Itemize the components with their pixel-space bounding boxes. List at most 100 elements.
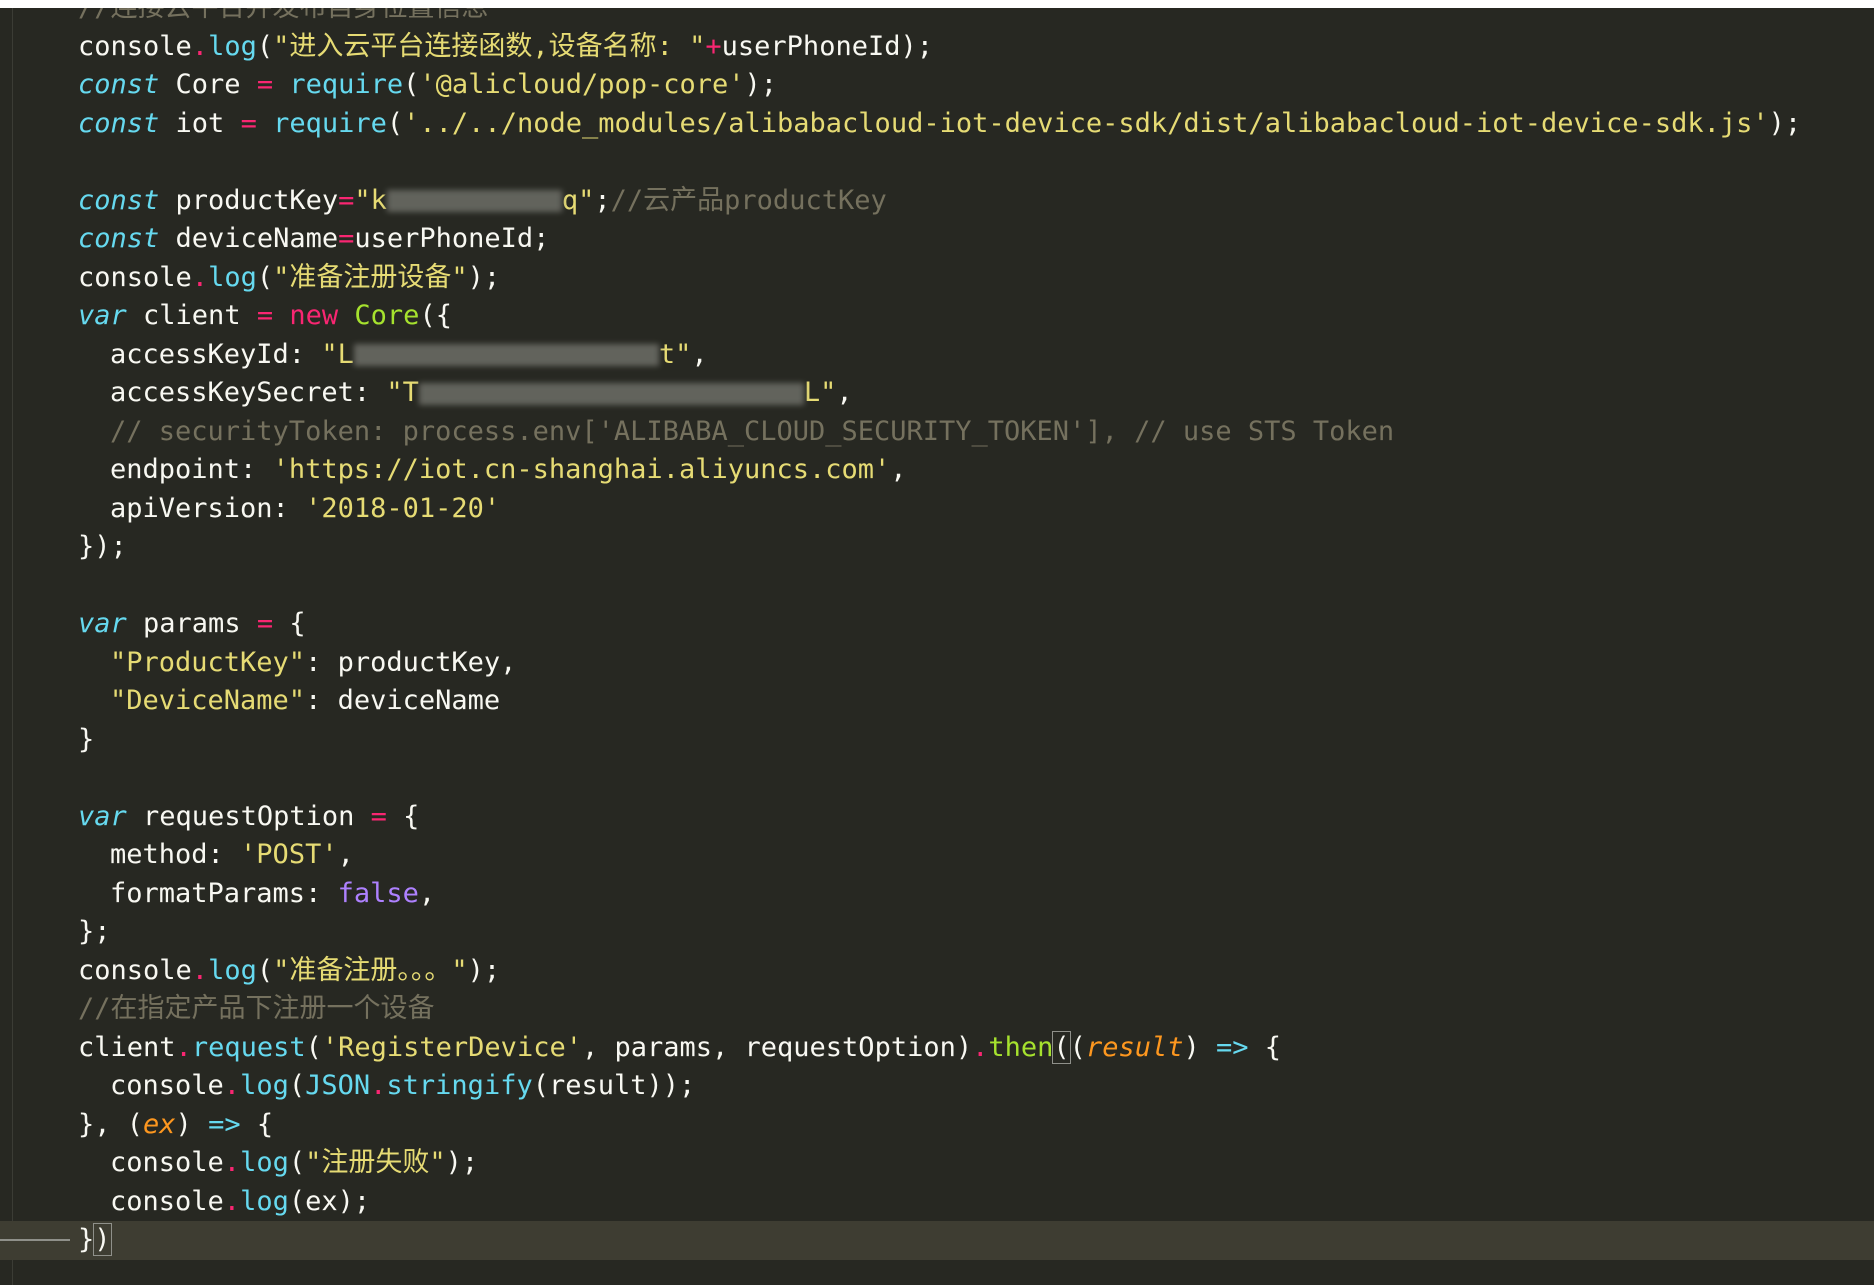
code-token-plain: , [337, 839, 354, 870]
code-token-op: . [191, 261, 209, 293]
code-token-str: "L [321, 338, 354, 370]
code-token-str: "T [386, 377, 419, 408]
code-line[interactable]: }, (ex) => { [0, 1106, 1874, 1145]
code-line[interactable]: console.log("进入云平台连接函数,设备名称: "+userPhone… [0, 28, 1874, 67]
code-editor[interactable]: //连接云平台并发布自身位置信息console.log("进入云平台连接函数,设… [0, 8, 1874, 1285]
code-token-str: "准备注册。。。" [273, 954, 468, 986]
code-token-op: . [370, 1070, 387, 1101]
code-line[interactable]: //连接云平台并发布自身位置信息 [0, 8, 1874, 28]
code-token-plain: method: [110, 839, 241, 870]
code-line[interactable]: var requestOption = { [0, 798, 1874, 837]
code-token-op: . [175, 1031, 192, 1063]
code-token-plain: ( [305, 1031, 322, 1063]
code-area[interactable]: //连接云平台并发布自身位置信息console.log("进入云平台连接函数,设… [0, 8, 1874, 1260]
code-line[interactable]: const productKey="k q";//云产品productKey [0, 182, 1874, 221]
code-token-plain: console [110, 1070, 224, 1101]
code-token-op: . [223, 1070, 241, 1101]
code-token-plain: ( [1069, 1031, 1086, 1063]
code-line[interactable] [0, 567, 1874, 606]
code-line[interactable]: const iot = require('../../node_modules/… [0, 105, 1874, 144]
code-token-comment: //云产品productKey [610, 184, 887, 216]
matched-bracket: ) [93, 1223, 112, 1256]
code-token-plain: { [273, 608, 306, 639]
code-token-kw: const [78, 69, 160, 100]
code-line[interactable]: } [0, 721, 1874, 760]
code-line[interactable]: "ProductKey": productKey, [0, 644, 1874, 683]
code-token-str: "进入云平台连接函数,设备名称: " [273, 30, 706, 62]
code-token-plain: }, ( [78, 1108, 144, 1140]
code-token-plain: ( [386, 107, 404, 139]
code-token-plain: , [418, 877, 436, 909]
code-token-plain: accessKeySecret: [110, 377, 387, 408]
code-token-plain: Core [159, 69, 257, 100]
code-token-str: q" [561, 184, 595, 216]
code-token-op: = [338, 184, 355, 216]
code-token-str: '2018-01-20' [305, 492, 501, 524]
code-token-op: = [370, 800, 387, 832]
code-line[interactable]: apiVersion: '2018-01-20' [0, 490, 1874, 529]
code-token-kw: const [78, 107, 160, 139]
code-token-op: . [191, 30, 209, 62]
code-token-str: '@alicloud/pop-core' [419, 69, 745, 100]
code-token-op: + [705, 30, 722, 62]
code-token-fn: log [208, 954, 257, 986]
code-line[interactable]: endpoint: 'https://iot.cn-shanghai.aliyu… [0, 451, 1874, 490]
redacted-secret [353, 344, 659, 366]
code-token-plain: { [386, 800, 420, 832]
code-line[interactable]: console.log("注册失败"); [0, 1144, 1874, 1183]
code-line[interactable]: // securityToken: process.env['ALIBABA_C… [0, 413, 1874, 452]
code-line[interactable] [0, 143, 1874, 182]
code-token-plain: console [78, 261, 192, 293]
code-token-plain: console [110, 1185, 224, 1217]
code-line-current[interactable]: }) [0, 1221, 1874, 1260]
code-line[interactable]: accessKeyId: "L t", [0, 336, 1874, 375]
code-token-plain: formatParams: [110, 877, 338, 909]
code-line[interactable]: console.log(ex); [0, 1183, 1874, 1222]
code-token-fn: request [191, 1031, 306, 1063]
matched-bracket: ( [1052, 1030, 1071, 1064]
code-token-fn: stringify [386, 1070, 533, 1101]
code-token-op: . [223, 1147, 241, 1178]
code-token-plain: client [78, 1031, 176, 1063]
code-line[interactable] [0, 759, 1874, 798]
code-token-plain: ); [1768, 107, 1802, 139]
code-token-plain: userPhoneId; [354, 223, 550, 254]
code-token-fn: log [208, 261, 257, 293]
code-line[interactable]: var params = { [0, 605, 1874, 644]
code-line[interactable]: client.request('RegisterDevice', params,… [0, 1029, 1874, 1068]
code-token-plain: ( [256, 30, 274, 62]
code-token-const: false [337, 877, 419, 909]
code-line[interactable]: var client = new Core({ [0, 297, 1874, 336]
code-line[interactable]: method: 'POST', [0, 836, 1874, 875]
code-line[interactable]: console.log(JSON.stringify(result)); [0, 1067, 1874, 1106]
code-token-str: "k [354, 184, 387, 216]
code-token-plain: ); [445, 1147, 479, 1178]
code-token-op: = [256, 69, 274, 100]
code-token-plain: iot [159, 107, 241, 139]
code-line[interactable]: accessKeySecret: "T L", [0, 374, 1874, 413]
code-token-param: result [1085, 1031, 1184, 1063]
code-token-plain: ( [256, 954, 274, 986]
code-line[interactable]: const Core = require('@alicloud/pop-core… [0, 66, 1874, 105]
code-line[interactable]: formatParams: false, [0, 875, 1874, 914]
code-token-fn: log [208, 30, 257, 62]
code-line[interactable]: const deviceName=userPhoneId; [0, 220, 1874, 259]
code-token-str: 'https://iot.cn-shanghai.aliyuncs.com' [272, 454, 891, 485]
code-token-plain: } [78, 1224, 95, 1255]
code-token-kw: const [78, 184, 160, 216]
code-line[interactable]: }; [0, 913, 1874, 952]
code-token-plain: console [78, 30, 192, 62]
code-line[interactable]: //在指定产品下注册一个设备 [0, 990, 1874, 1029]
code-token-plain: : deviceName [305, 685, 501, 716]
code-line[interactable]: }); [0, 528, 1874, 567]
code-token-op: = [256, 300, 274, 331]
code-token-plain: ( [288, 1147, 306, 1178]
code-token-plain: productKey [159, 184, 339, 216]
code-token-plain: (result)); [532, 1070, 696, 1101]
code-token-plain: }; [78, 916, 111, 947]
code-line[interactable]: "DeviceName": deviceName [0, 682, 1874, 721]
code-line[interactable]: console.log("准备注册设备"); [0, 259, 1874, 298]
code-line[interactable]: console.log("准备注册。。。"); [0, 952, 1874, 991]
